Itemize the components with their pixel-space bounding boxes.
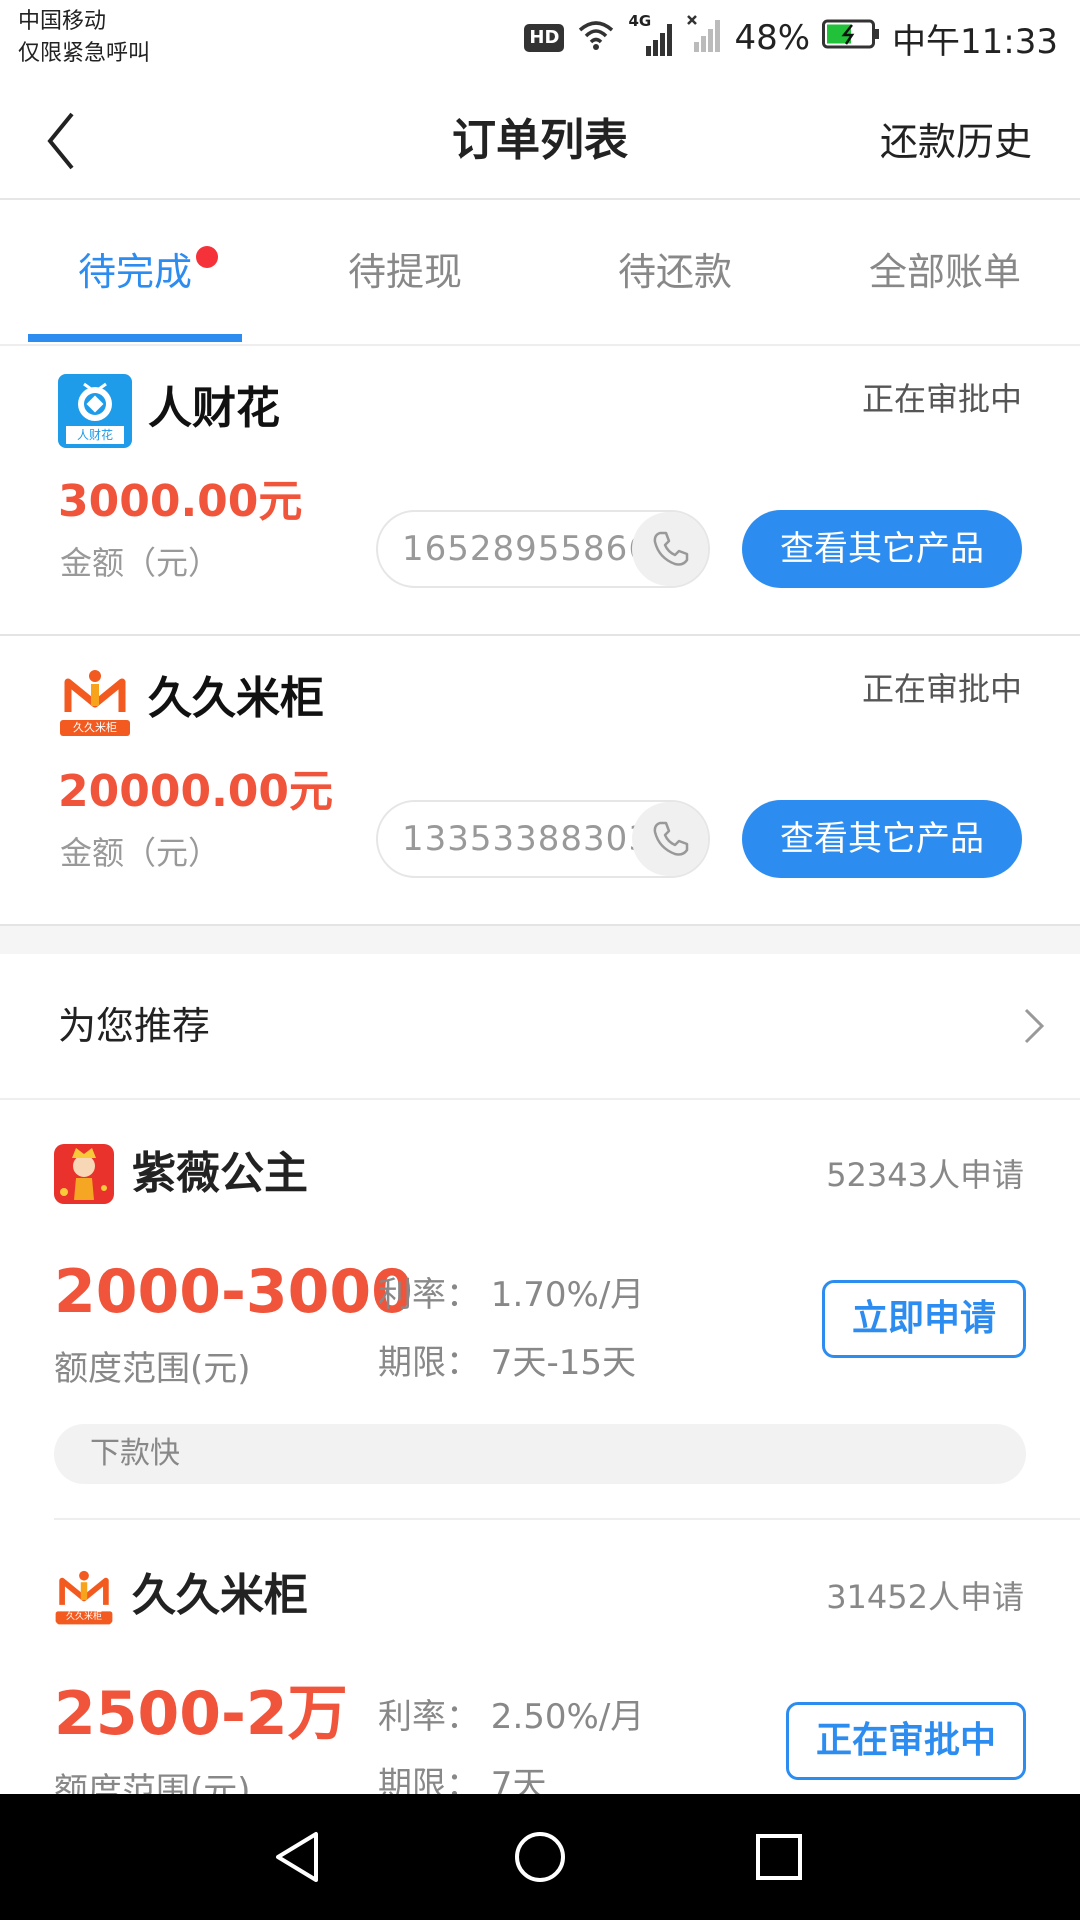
notification-dot <box>196 246 218 268</box>
ziwei-princess-logo <box>54 1144 114 1204</box>
jiujiumigui-logo: 久久米柜 <box>58 664 132 738</box>
under-review-button[interactable]: 正在审批中 <box>786 1702 1026 1780</box>
recommended-product: 久久米柜 久久米柜 31452人申请 2500-2万 额度范围(元) 利率： 2… <box>0 1522 1080 1794</box>
product-tag: 下款快 <box>54 1424 1026 1484</box>
tab-all-bills[interactable]: 全部账单 <box>838 200 1052 344</box>
section-divider <box>0 926 1080 954</box>
tab-pending-repay[interactable]: 待还款 <box>568 200 782 344</box>
recommended-product: 紫薇公主 52343人申请 2000-3000 额度范围(元) 利率： 1.70… <box>0 1100 1080 1520</box>
carrier-name: 中国移动 <box>18 9 107 34</box>
recommend-title: 为您推荐 <box>58 1004 211 1048</box>
clock: 中午11:33 <box>892 21 1058 62</box>
phone-icon <box>653 531 689 566</box>
nav-home-icon[interactable] <box>505 1822 575 1892</box>
loan-term: 期限： 7天-15天 <box>378 1343 636 1383</box>
tab-label: 待完成 <box>77 250 192 294</box>
system-nav-bar <box>0 1794 1080 1920</box>
phone-number: 16528955866 <box>402 529 651 569</box>
status-icons: HD 4G 48% 中午11:33 <box>524 12 1058 63</box>
order-card: 久久米柜 久久米柜 正在审批中 20000.00元 金额（元） 13353388… <box>0 636 1080 926</box>
order-amount: 3000.00元 <box>58 476 303 527</box>
rencaihua-logo: 人财花 <box>58 374 132 448</box>
product-name: 紫薇公主 <box>132 1148 308 1199</box>
product-tag-text: 下款快 <box>90 1436 180 1471</box>
order-tabs: 待完成 待提现 待还款 全部账单 <box>0 200 1080 346</box>
interest-rate: 利率： 2.50%/月 <box>378 1697 645 1737</box>
nav-back-icon[interactable] <box>266 1822 336 1892</box>
view-other-products-button[interactable]: 查看其它产品 <box>742 510 1022 588</box>
status-bar: 中国移动 仅限紧急呼叫 HD 4G 48% 中午11:33 <box>0 0 1080 86</box>
logo-label: 久久米柜 <box>65 1612 102 1622</box>
phone-number: 13353388303 <box>402 819 651 859</box>
order-amount: 20000.00元 <box>58 766 334 817</box>
credit-range: 2500-2万 <box>54 1679 348 1749</box>
call-button[interactable] <box>632 512 708 586</box>
chevron-right-icon <box>1024 1008 1045 1044</box>
call-button[interactable] <box>632 802 708 876</box>
order-amount-label: 金额（元） <box>60 544 221 582</box>
contact-phone: 13353388303 <box>376 800 710 878</box>
contact-phone: 16528955866 <box>376 510 710 588</box>
logo-label: 久久米柜 <box>73 721 117 734</box>
tab-pending-withdraw[interactable]: 待提现 <box>298 200 512 344</box>
order-product-name: 人财花 <box>148 383 280 434</box>
view-other-products-button[interactable]: 查看其它产品 <box>742 800 1022 878</box>
product-name: 久久米柜 <box>132 1570 308 1621</box>
active-tab-indicator <box>28 334 242 342</box>
credit-range-label: 额度范围(元) <box>54 1771 251 1794</box>
apply-count: 31452人申请 <box>826 1578 1024 1616</box>
tab-label: 待提现 <box>347 250 462 294</box>
order-card: 人财花 人财花 正在审批中 3000.00元 金额（元） 16528955866… <box>0 346 1080 636</box>
signal-4g-icon: 4G <box>628 12 674 58</box>
hd-badge: HD <box>524 24 565 52</box>
order-status: 正在审批中 <box>861 670 1022 708</box>
order-status: 正在审批中 <box>861 380 1022 418</box>
signal-no-sim-icon <box>686 14 722 63</box>
wifi-icon <box>576 18 616 59</box>
nav-recents-icon[interactable] <box>744 1822 814 1892</box>
apply-count: 52343人申请 <box>826 1156 1024 1194</box>
tab-pending-complete[interactable]: 待完成 <box>28 200 242 344</box>
tab-label: 全部账单 <box>868 250 1021 294</box>
interest-rate: 利率： 1.70%/月 <box>378 1275 645 1315</box>
credit-range-label: 额度范围(元) <box>54 1349 251 1389</box>
logo-label: 人财花 <box>76 428 113 442</box>
carrier-status: 仅限紧急呼叫 <box>18 41 151 66</box>
battery-percent: 48% <box>734 18 811 58</box>
apply-now-button[interactable]: 立即申请 <box>822 1280 1026 1358</box>
loan-term: 期限： 7天 <box>378 1765 547 1794</box>
jiujiumigui-logo: 久久米柜 <box>54 1566 114 1626</box>
credit-range: 2000-3000 <box>54 1257 413 1327</box>
order-product-name: 久久米柜 <box>148 673 324 724</box>
battery-icon <box>822 18 880 58</box>
back-button[interactable] <box>40 106 110 176</box>
product-divider <box>54 1518 1080 1520</box>
carrier-info: 中国移动 仅限紧急呼叫 <box>18 6 150 70</box>
phone-icon <box>653 821 689 856</box>
back-arrow-icon <box>47 112 74 170</box>
order-amount-label: 金额（元） <box>60 834 221 872</box>
repayment-history-link[interactable]: 还款历史 <box>880 112 1032 172</box>
tab-label: 待还款 <box>617 250 732 294</box>
recommend-header[interactable]: 为您推荐 <box>0 954 1080 1100</box>
top-app-bar: 订单列表 还款历史 <box>0 86 1080 200</box>
